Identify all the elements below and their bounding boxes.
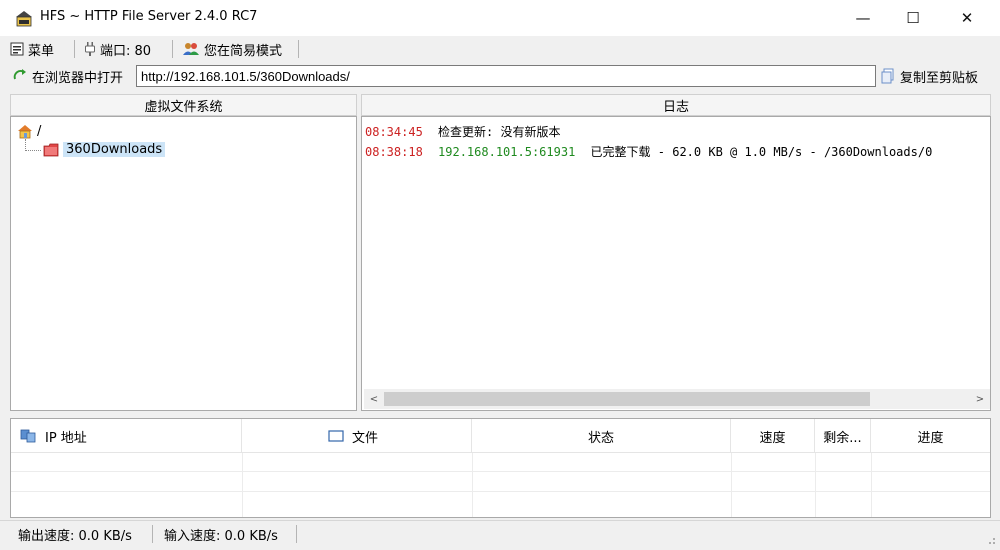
tree-item-label: 360Downloads xyxy=(63,142,166,157)
column-remaining[interactable]: 剩余... xyxy=(815,419,871,453)
minimize-button[interactable]: — xyxy=(840,0,886,36)
log-time: 08:38:18 xyxy=(365,145,423,159)
port-button[interactable]: 端口: 80 xyxy=(84,39,151,59)
tree-connector xyxy=(25,150,41,151)
connections-header: IP 地址 文件 状态 速度 剩余... 进度 xyxy=(11,419,990,453)
horizontal-scrollbar[interactable]: < > xyxy=(364,389,990,409)
clipboard-icon xyxy=(880,68,896,84)
column-status[interactable]: 状态 xyxy=(472,419,731,453)
copy-to-clipboard-label: 复制至剪贴板 xyxy=(900,70,979,86)
chevron-left-icon: < xyxy=(369,393,379,405)
column-progress-label: 进度 xyxy=(917,430,944,446)
chevron-right-icon: > xyxy=(975,393,985,405)
log-ip: 192.168.101.5:61931 xyxy=(438,145,576,159)
status-bar: 输出速度: 0.0 KB/s 输入速度: 0.0 KB/s xyxy=(0,520,1000,550)
toolbar-divider xyxy=(298,40,299,58)
log-message: 检查更新: 没有新版本 xyxy=(438,125,561,139)
scroll-right-button[interactable]: > xyxy=(972,391,988,407)
menu-icon xyxy=(10,42,24,56)
column-divider xyxy=(731,453,732,517)
table-row-divider xyxy=(11,471,990,472)
resize-grip-icon[interactable] xyxy=(984,533,996,545)
connections-table[interactable]: IP 地址 文件 状态 速度 剩余... 进度 xyxy=(10,418,991,518)
menu-button[interactable]: 菜单 xyxy=(10,39,54,59)
column-divider xyxy=(871,453,872,517)
column-ip[interactable]: IP 地址 xyxy=(11,419,242,453)
status-divider xyxy=(152,525,153,543)
url-bar: 在浏览器中打开 复制至剪贴板 xyxy=(0,62,1000,90)
users-icon xyxy=(182,42,200,56)
copy-to-clipboard-button[interactable]: 复制至剪贴板 xyxy=(880,66,978,86)
close-button[interactable]: ✕ xyxy=(944,0,990,36)
mode-button[interactable]: 您在简易模式 xyxy=(182,39,282,59)
toolbar-divider xyxy=(74,40,75,58)
column-speed-label: 速度 xyxy=(759,430,786,446)
toolbar: 菜单 端口: 80 您在简易模式 xyxy=(0,36,1000,62)
column-ip-label: IP 地址 xyxy=(45,430,87,446)
open-in-browser-button[interactable]: 在浏览器中打开 xyxy=(12,66,123,86)
vfs-panel-header: 虚拟文件系统 xyxy=(10,94,357,116)
column-file[interactable]: 文件 xyxy=(242,419,472,453)
input-speed: 输入速度: 0.0 KB/s xyxy=(164,528,278,544)
log-message: 已完整下载 - 62.0 KB @ 1.0 MB/s - /360Downloa… xyxy=(590,145,933,159)
title-bar: HFS ~ HTTP File Server 2.4.0 RC7 — ☐ ✕ xyxy=(0,0,1000,36)
log-view[interactable]: 08:34:45 检查更新: 没有新版本 08:38:18 192.168.10… xyxy=(361,116,991,411)
hfs-logo-icon xyxy=(14,9,34,27)
vfs-tree[interactable]: / 360Downloads xyxy=(10,116,357,411)
status-divider xyxy=(296,525,297,543)
output-speed: 输出速度: 0.0 KB/s xyxy=(18,528,132,544)
column-divider xyxy=(815,453,816,517)
folder-icon xyxy=(43,143,59,157)
maximize-button[interactable]: ☐ xyxy=(890,0,936,36)
tree-item-360downloads[interactable]: 360Downloads xyxy=(43,142,166,157)
file-icon xyxy=(328,430,344,442)
column-status-label: 状态 xyxy=(587,430,614,446)
home-icon xyxy=(17,123,33,139)
log-entry: 08:38:18 192.168.101.5:61931 已完整下载 - 62.… xyxy=(365,143,932,160)
plug-icon xyxy=(84,41,96,57)
scroll-left-button[interactable]: < xyxy=(366,391,382,407)
refresh-arrow-icon xyxy=(12,68,28,84)
window-title: HFS ~ HTTP File Server 2.4.0 RC7 xyxy=(40,9,258,24)
scrollbar-thumb[interactable] xyxy=(384,392,870,406)
table-row-divider xyxy=(11,491,990,492)
open-in-browser-label: 在浏览器中打开 xyxy=(32,70,124,86)
column-progress[interactable]: 进度 xyxy=(871,419,990,453)
maximize-icon: ☐ xyxy=(906,9,920,27)
menu-label: 菜单 xyxy=(28,43,55,59)
log-panel-header: 日志 xyxy=(361,94,991,116)
column-divider xyxy=(472,453,473,517)
mode-label: 您在简易模式 xyxy=(204,43,283,59)
log-time: 08:34:45 xyxy=(365,125,423,139)
tree-root-label: / xyxy=(37,123,42,139)
column-remaining-label: 剩余... xyxy=(823,430,862,446)
network-icon xyxy=(19,428,37,444)
column-file-label: 文件 xyxy=(352,430,379,446)
toolbar-divider xyxy=(172,40,173,58)
close-icon: ✕ xyxy=(960,9,974,27)
url-field[interactable] xyxy=(136,65,876,87)
log-entry: 08:34:45 检查更新: 没有新版本 xyxy=(365,123,560,140)
port-label: 端口: 80 xyxy=(100,43,152,59)
minimize-icon: — xyxy=(855,9,871,27)
column-speed[interactable]: 速度 xyxy=(731,419,815,453)
column-divider xyxy=(242,453,243,517)
tree-root-item[interactable]: / xyxy=(17,123,41,139)
